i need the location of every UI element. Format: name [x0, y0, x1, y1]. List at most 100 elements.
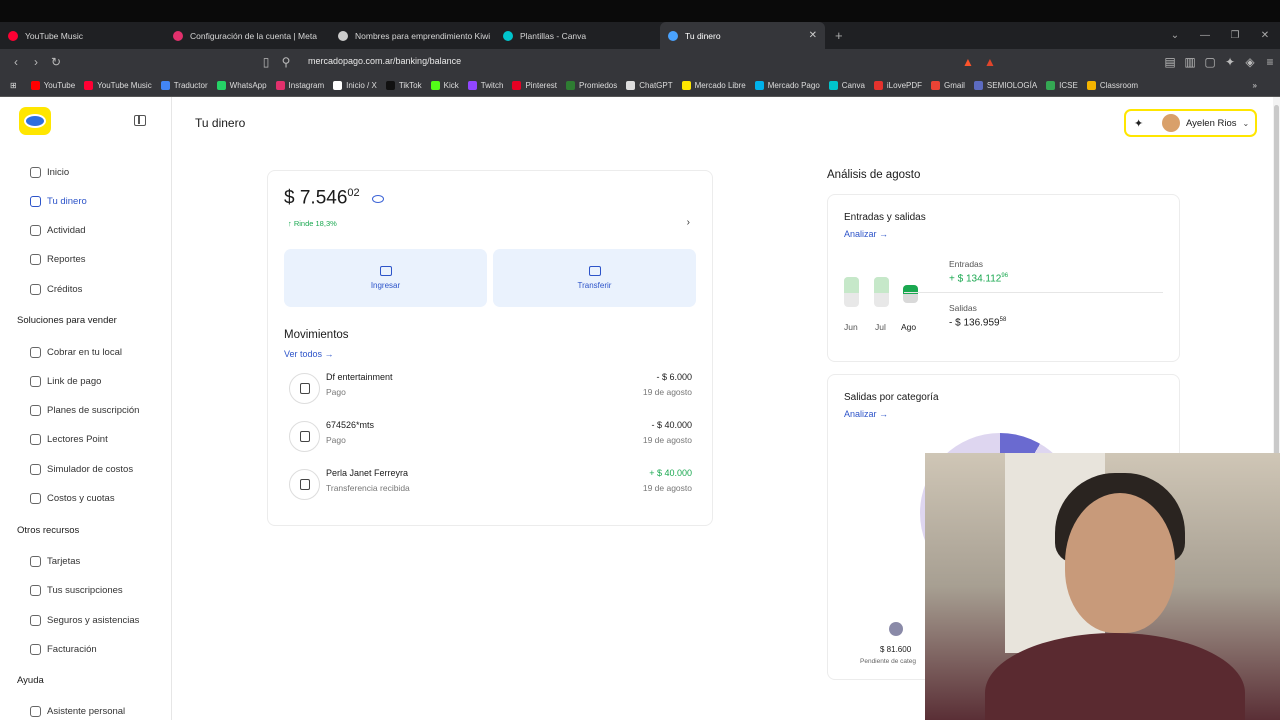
ingresar-button[interactable]: Ingresar [284, 249, 487, 307]
card-title: Salidas por categoría [844, 392, 939, 403]
bookmark-item[interactable]: Kick [430, 81, 459, 90]
sidebar-item-suscripciones[interactable]: Tus suscripciones [30, 585, 123, 596]
movement-row[interactable]: 674526*mts Pago - $ 40.000 19 de agosto [284, 417, 692, 457]
subscription-icon [30, 405, 41, 416]
sidebar-item-simulador[interactable]: Simulador de costos [30, 464, 133, 475]
sidebar-item-label: Lectores Point [47, 434, 108, 445]
user-menu-button[interactable]: ✦ Ayelen Rios ⌄ [1124, 109, 1257, 137]
bookmark-icon[interactable]: ▯ [256, 55, 276, 69]
extensions-icon[interactable]: ✦ [1220, 55, 1240, 69]
collapse-sidebar-icon[interactable] [134, 115, 146, 126]
bookmark-item[interactable]: TikTok [385, 81, 422, 90]
sidebar-item-label: Actividad [47, 225, 86, 236]
sidebar-item-link-de-pago[interactable]: Link de pago [30, 376, 101, 387]
browser-tab[interactable]: Nombres para emprendimiento Kiwi [330, 22, 495, 49]
sidebar-toggle-icon[interactable]: ▤ [1160, 55, 1180, 69]
bookmark-item[interactable]: Canva [828, 81, 865, 90]
yield-label: ↑ Rinde 18,3% [288, 219, 337, 228]
bookmark-item[interactable]: iLovePDF [873, 81, 922, 90]
sidebar-item-label: Asistente personal [47, 706, 126, 717]
reload-icon[interactable]: ↻ [46, 55, 66, 69]
transferir-button[interactable]: Transferir [493, 249, 696, 307]
bookmark-item[interactable]: ICSE [1046, 81, 1078, 90]
bookmark-item[interactable]: SEMIOLOGÍA [973, 81, 1037, 90]
instagram-icon [173, 30, 183, 41]
scrollbar-thumb[interactable] [1274, 105, 1279, 455]
url-field[interactable]: mercadopago.com.ar/banking/balance [308, 56, 461, 66]
tab-search-icon[interactable]: ⌄ [1160, 30, 1190, 41]
bookmark-item[interactable]: Traductor [160, 81, 208, 90]
apps-icon[interactable]: ⊞ [10, 81, 17, 90]
eye-icon[interactable] [372, 195, 384, 203]
site-info-icon[interactable]: ⚲ [276, 55, 296, 69]
restore-icon[interactable]: ❐ [1220, 30, 1250, 41]
close-window-icon[interactable]: ✕ [1250, 30, 1280, 41]
brave-shield-icon[interactable]: ▲ [958, 55, 978, 69]
movement-row[interactable]: Df entertainment Pago - $ 6.000 19 de ag… [284, 369, 692, 409]
wallet-icon[interactable]: ▢ [1200, 55, 1220, 69]
bookmark-item[interactable]: Instagram [275, 81, 325, 90]
bookmark-item[interactable]: ChatGPT [626, 81, 673, 90]
bookmark-label: Kick [443, 81, 459, 90]
sidebar-item-creditos[interactable]: Créditos [30, 284, 82, 295]
sidebar-item-tarjetas[interactable]: Tarjetas [30, 556, 80, 567]
bookmark-favicon-icon [430, 81, 440, 90]
menu-icon[interactable]: ≡ [1260, 55, 1280, 69]
sidebar-item-tu-dinero[interactable]: Tu dinero [30, 196, 87, 207]
rewards-icon[interactable]: ▲ [980, 55, 1000, 69]
bookmark-item[interactable]: Mercado Pago [754, 81, 820, 90]
sidebar-item-seguros[interactable]: Seguros y asistencias [30, 615, 139, 626]
minimize-icon[interactable]: — [1190, 30, 1220, 41]
movement-row[interactable]: Perla Janet Ferreyra Transferencia recib… [284, 465, 692, 505]
sparkle-icon[interactable]: ✦ [1134, 117, 1148, 130]
chevron-right-icon[interactable]: › [687, 217, 690, 228]
bookmark-item[interactable]: Classroom [1086, 81, 1138, 90]
bookmark-favicon-icon [512, 81, 522, 90]
bookmark-item[interactable]: Inicio / X [333, 81, 377, 90]
bookmark-item[interactable]: Promiedos [566, 81, 617, 90]
month-bar-ago[interactable] [903, 285, 918, 303]
movement-date: 19 de agosto [642, 387, 692, 397]
bookmark-item[interactable]: Mercado Libre [681, 81, 746, 90]
bookmark-item[interactable]: Gmail [931, 81, 965, 90]
analizar-link[interactable]: Analizar → [844, 409, 888, 419]
bookmark-item[interactable]: YouTube Music [84, 81, 152, 90]
sidebar-item-planes[interactable]: Planes de suscripción [30, 405, 139, 416]
browser-tab-active[interactable]: Tu dinero ✕ [660, 22, 825, 49]
bookmark-item[interactable]: WhatsApp [216, 81, 267, 90]
balance-amount: $ 7.54602 [284, 187, 360, 209]
bookmark-item[interactable]: Twitch [467, 81, 503, 90]
mercado-pago-logo[interactable] [19, 107, 51, 135]
sidebar-item-asistente[interactable]: Asistente personal [30, 706, 125, 717]
sidebar-item-costos[interactable]: Costos y cuotas [30, 493, 115, 504]
sidebar-item-reportes[interactable]: Reportes [30, 254, 86, 265]
reading-list-icon[interactable]: ▥ [1180, 55, 1200, 69]
entradas-amount: + $ 134.112 [949, 273, 1002, 285]
close-tab-icon[interactable]: ✕ [809, 30, 817, 41]
bookmark-label: Instagram [288, 81, 325, 90]
sidebar-item-lectores[interactable]: Lectores Point [30, 434, 108, 445]
ver-todos-link[interactable]: Ver todos → [284, 349, 334, 359]
bookmark-item[interactable]: Pinterest [512, 81, 557, 90]
bookmark-item[interactable]: YouTube [30, 81, 75, 90]
sidebar-item-inicio[interactable]: Inicio [30, 167, 69, 178]
month-label: Ago [901, 322, 917, 332]
page-icon [338, 30, 348, 41]
tab-label: Configuración de la cuenta | Meta [190, 30, 317, 41]
analizar-link[interactable]: Analizar → [844, 229, 888, 239]
browser-tab[interactable]: Plantillas - Canva [495, 22, 660, 49]
browser-tab[interactable]: YouTube Music [0, 22, 165, 49]
new-tab-icon[interactable]: + [835, 28, 843, 43]
sidebar-section-heading: Ayuda [17, 675, 44, 686]
sidebar-item-cobrar[interactable]: Cobrar en tu local [30, 347, 122, 358]
sidebar-item-facturacion[interactable]: Facturación [30, 644, 97, 655]
month-bar-jun[interactable] [844, 277, 859, 307]
month-bar-jul[interactable] [874, 277, 889, 307]
sidebar-item-actividad[interactable]: Actividad [30, 225, 86, 236]
browser-tab[interactable]: Configuración de la cuenta | Meta [165, 22, 330, 49]
back-icon[interactable]: ‹ [6, 55, 26, 69]
more-bookmarks-icon[interactable]: » [1253, 81, 1257, 90]
bookmark-favicon-icon [30, 81, 40, 90]
vpn-icon[interactable]: ◈ [1240, 55, 1260, 69]
forward-icon[interactable]: › [26, 55, 46, 69]
